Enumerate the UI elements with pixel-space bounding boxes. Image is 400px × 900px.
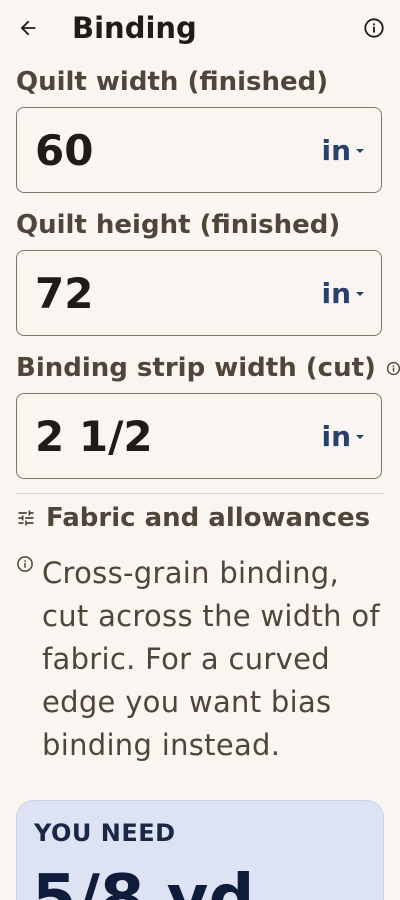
caret-down-icon (356, 149, 364, 153)
info-icon[interactable] (386, 361, 400, 376)
info-icon (364, 18, 384, 38)
result-value: 5/8 yd (32, 862, 255, 900)
strip-width-field[interactable]: 2 1/2 in (16, 393, 382, 479)
tune-sliders-icon (18, 510, 34, 526)
quilt-height-field[interactable]: 72 in (16, 250, 382, 336)
divider (16, 493, 384, 494)
quilt-width-unit: in (321, 134, 351, 167)
quilt-width-unit-select[interactable]: in (321, 134, 365, 168)
quilt-width-field[interactable]: 60 in (16, 107, 382, 193)
quilt-height-unit-select[interactable]: in (321, 277, 365, 311)
result-label: YOU NEED (34, 819, 176, 847)
strip-width-unit: in (321, 420, 351, 453)
quilt-width-label: Quilt width (finished) (16, 67, 329, 97)
quilt-height-label: Quilt height (finished) (16, 210, 341, 240)
strip-width-label: Binding strip width (cut) (16, 353, 376, 383)
strip-width-label-row: Binding strip width (cut) (16, 352, 400, 384)
strip-width-value[interactable]: 2 1/2 (35, 412, 153, 462)
top-app-bar: Binding (0, 0, 400, 56)
arrow-left-icon (20, 20, 36, 36)
back-button[interactable] (10, 10, 46, 46)
fabric-allowances-label: Fabric and allowances (46, 503, 371, 533)
page-title: Binding (72, 11, 197, 45)
strip-width-unit-select[interactable]: in (321, 420, 365, 454)
binding-note: Cross-grain binding, cut across the widt… (42, 556, 380, 762)
caret-down-icon (356, 435, 364, 439)
caret-down-icon (356, 292, 364, 296)
quilt-width-value[interactable]: 60 (35, 126, 93, 176)
fabric-allowances-toggle[interactable]: Fabric and allowances (16, 500, 370, 536)
info-icon (17, 556, 33, 572)
quilt-height-unit: in (321, 277, 351, 310)
binding-screen: Binding Quilt width (finished) 60 in Qui… (0, 0, 400, 900)
info-button[interactable] (358, 12, 390, 44)
quilt-height-value[interactable]: 72 (35, 269, 93, 319)
result-card: YOU NEED 5/8 yd (16, 800, 384, 900)
